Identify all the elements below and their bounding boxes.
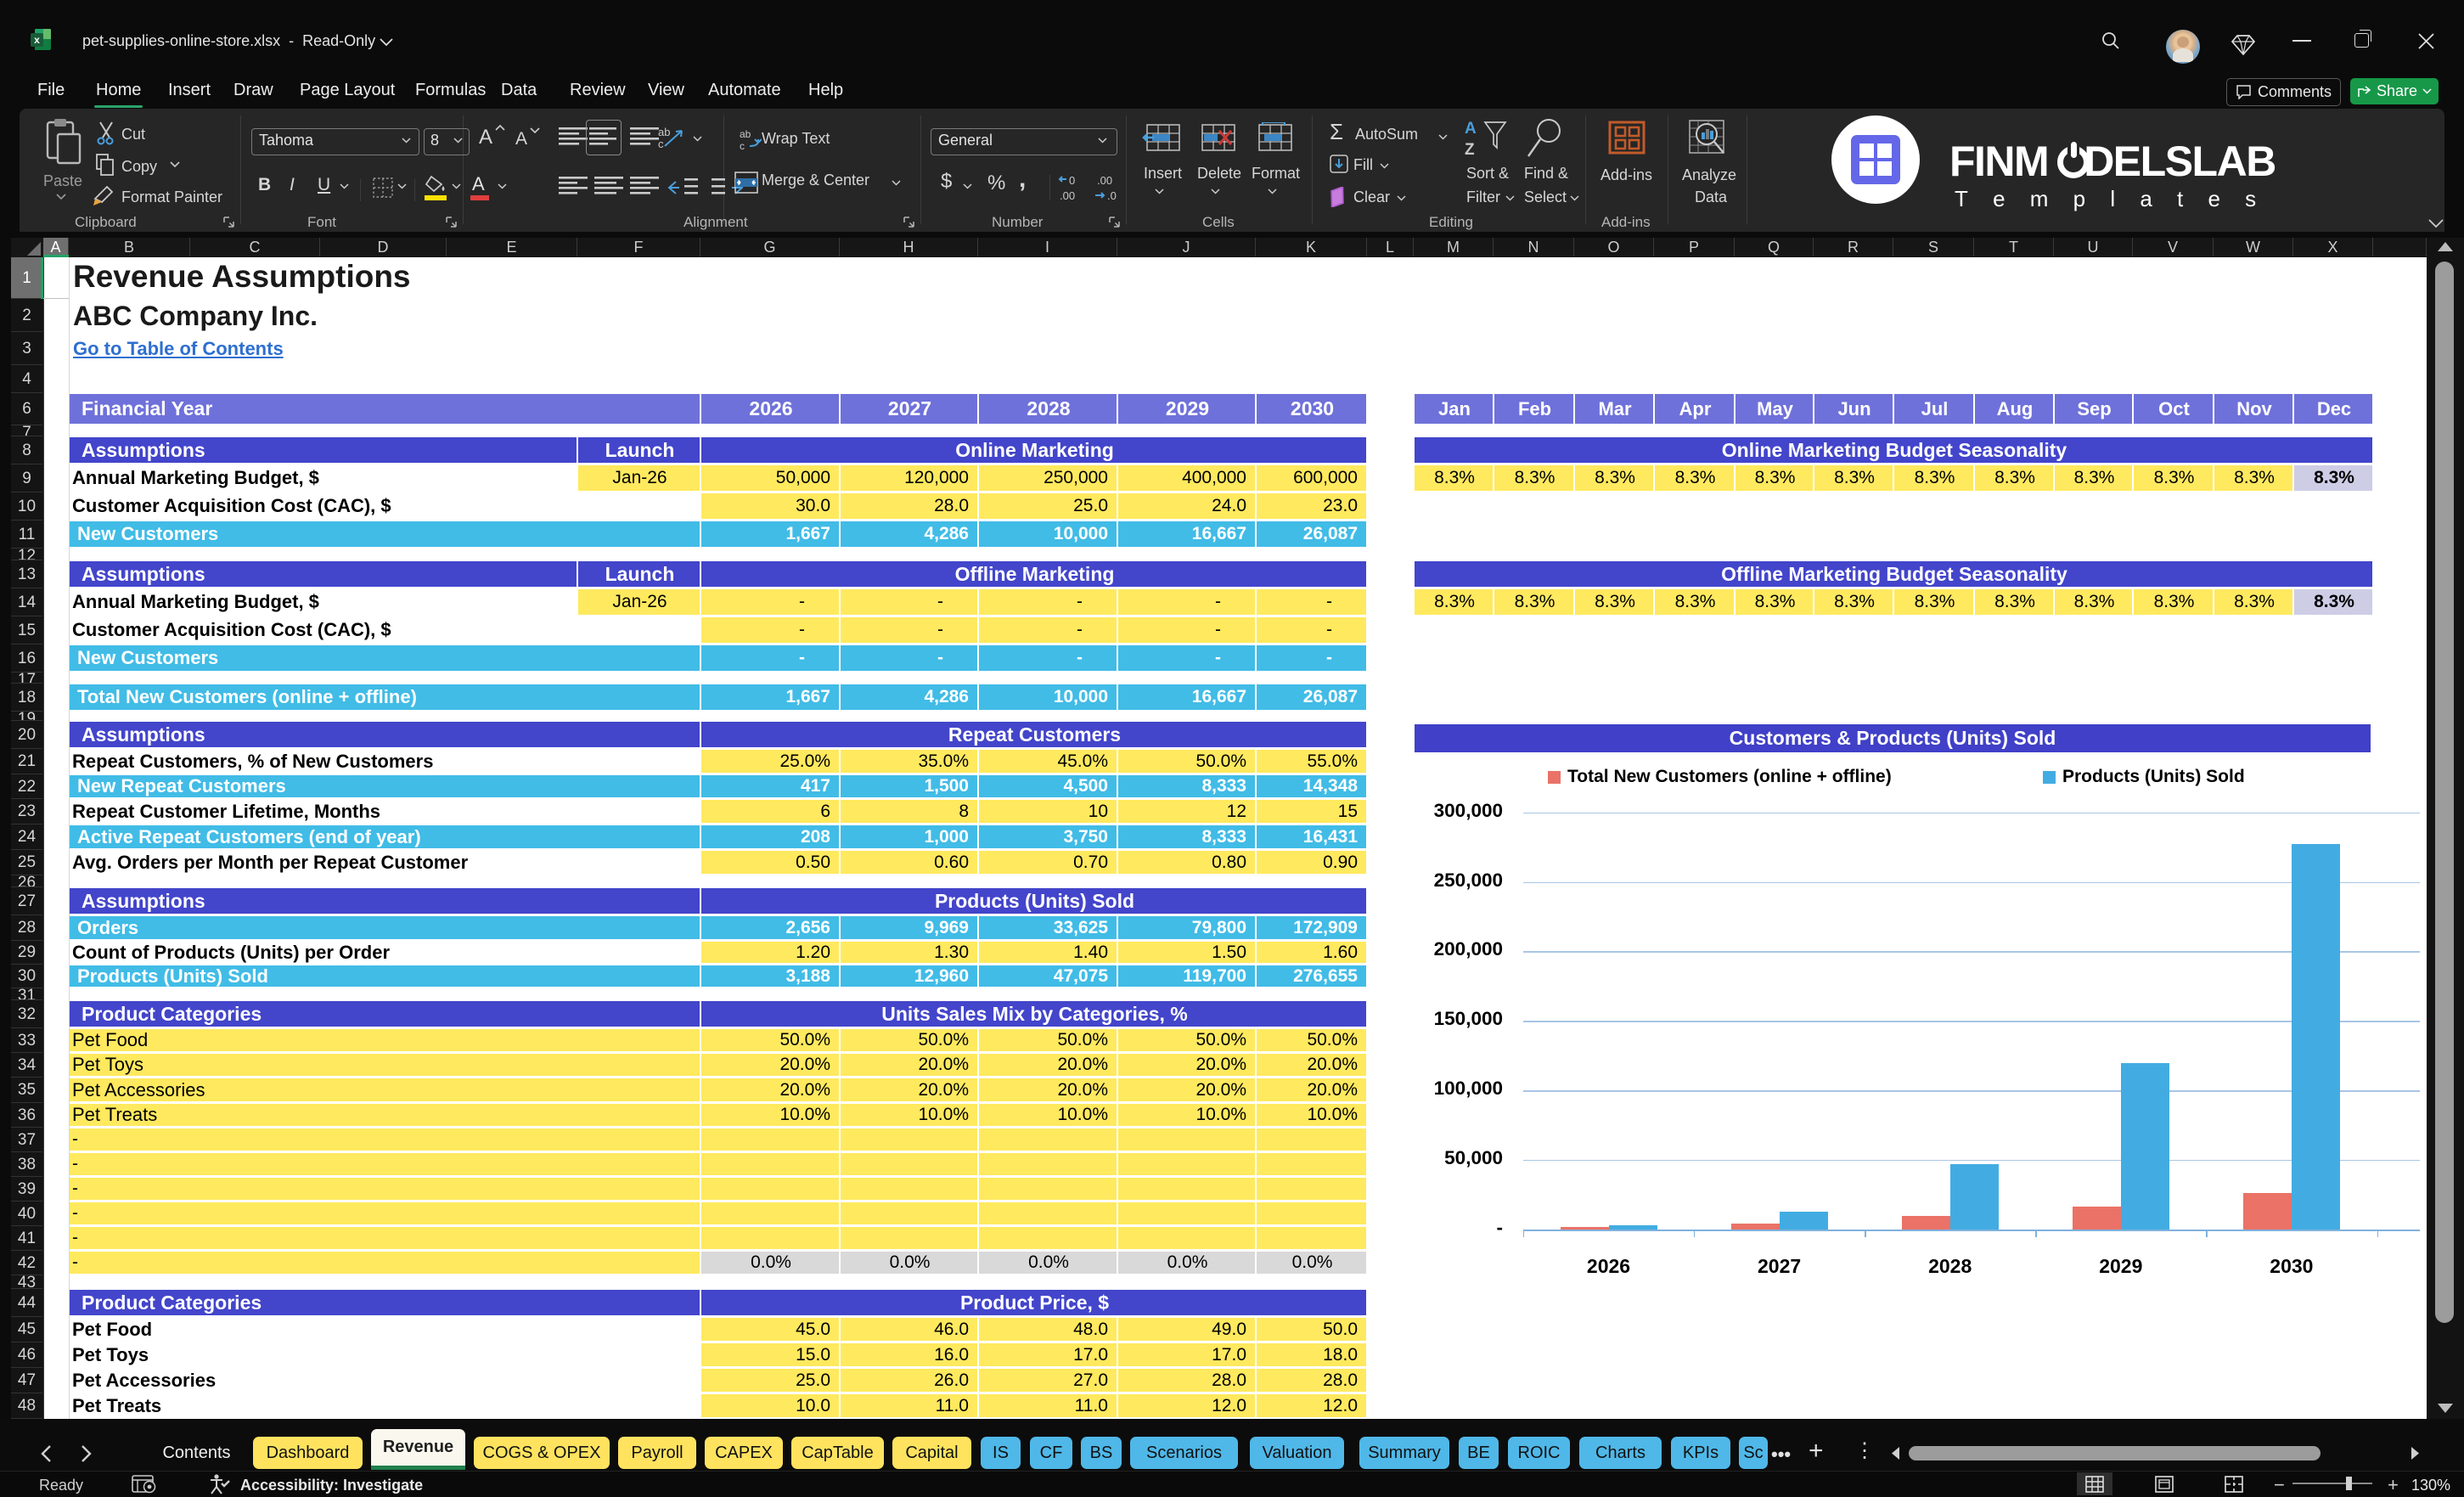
svg-text:.0: .0 <box>1107 189 1117 202</box>
svg-text:c: c <box>658 138 664 150</box>
svg-text:ab: ab <box>658 126 670 138</box>
svg-text:Z: Z <box>1465 141 1475 158</box>
svg-text:.00: .00 <box>1097 174 1112 187</box>
svg-text:c: c <box>740 140 745 152</box>
svg-text:ab: ab <box>740 128 751 140</box>
svg-text:0: 0 <box>1069 174 1075 187</box>
svg-text:.00: .00 <box>1060 189 1075 202</box>
svg-text:A: A <box>1465 120 1477 138</box>
